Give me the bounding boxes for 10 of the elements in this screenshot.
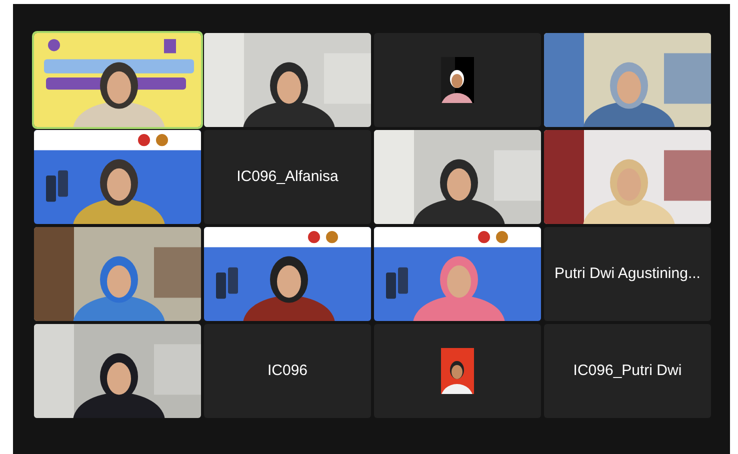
participant-name: IC096_Putri Dwi bbox=[573, 360, 682, 381]
participant-name: IC096_Alfanisa bbox=[236, 166, 338, 187]
video-tile[interactable]: IC096_Alfanisa bbox=[204, 130, 371, 224]
participant-name: Putri Dwi Agustining... bbox=[554, 264, 700, 284]
video-tile[interactable]: IC096 bbox=[204, 324, 371, 418]
video-tile[interactable] bbox=[374, 33, 541, 127]
participant-name: IC096 bbox=[267, 360, 308, 381]
video-tile[interactable] bbox=[374, 324, 541, 418]
video-tile[interactable]: Putri Dwi Agustining... bbox=[544, 227, 711, 321]
video-tile[interactable]: IC096_Putri Dwi bbox=[544, 324, 711, 418]
